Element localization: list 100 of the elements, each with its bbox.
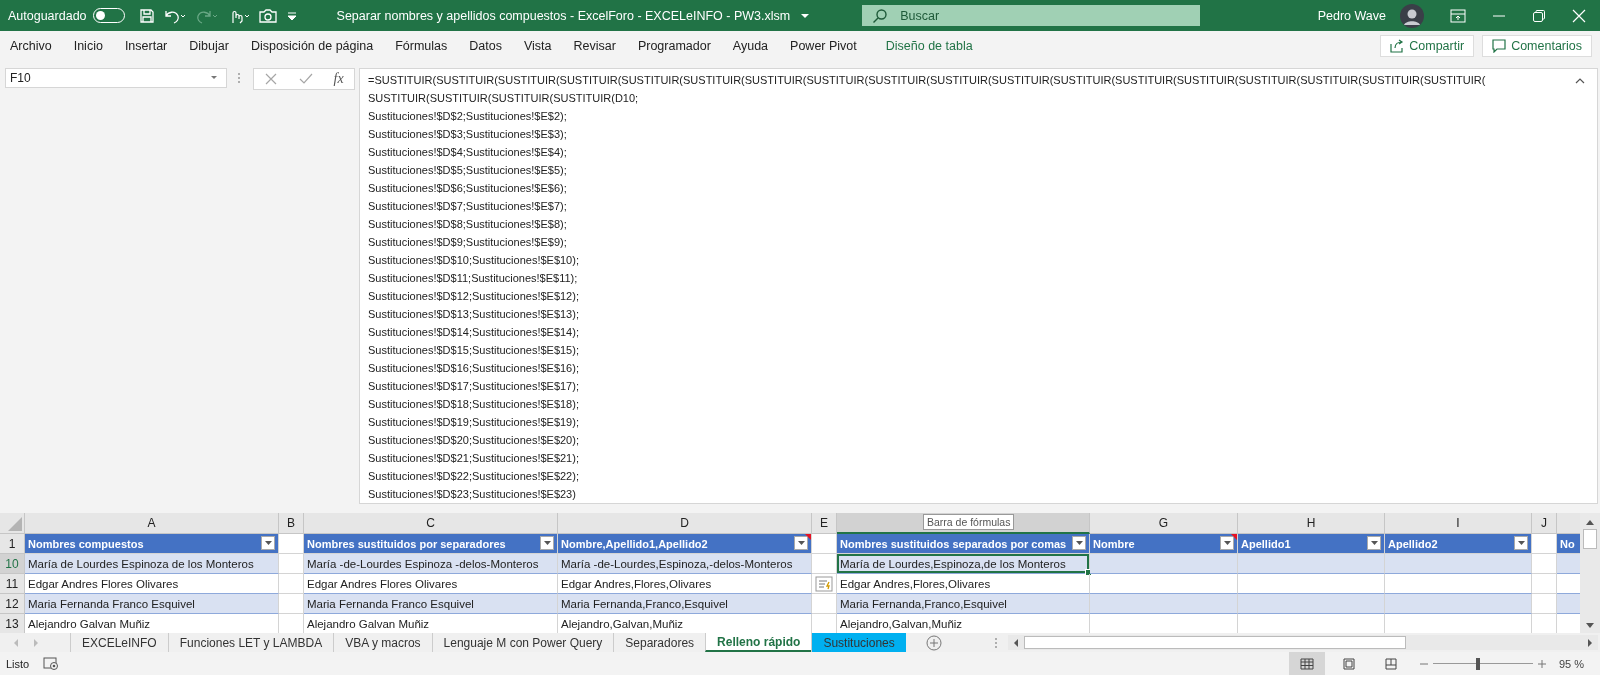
filter-button[interactable] bbox=[1072, 536, 1086, 550]
row-header[interactable]: 13 bbox=[0, 614, 25, 633]
column-header[interactable]: G bbox=[1158, 516, 1169, 530]
table-cell: Maria Fernanda,Franco,Esquivel bbox=[558, 594, 812, 614]
user-name[interactable]: Pedro Wave bbox=[1317, 8, 1386, 23]
document-title[interactable]: Separar nombres y apellidos compuestos - ExcelForo - EXCELeINFO - PW3.xlsm bbox=[336, 8, 791, 23]
table-cell bbox=[1557, 554, 1580, 574]
scrollbar-thumb[interactable] bbox=[1583, 529, 1597, 549]
table-header: No bbox=[1557, 534, 1580, 553]
avatar[interactable] bbox=[1400, 3, 1424, 28]
column-header[interactable]: B bbox=[287, 516, 295, 530]
ribbon-tab[interactable]: Datos bbox=[458, 39, 513, 53]
column-header[interactable]: H bbox=[1306, 516, 1316, 530]
comment-icon bbox=[1492, 39, 1507, 53]
caret-icon bbox=[1223, 540, 1231, 546]
ribbon-tab[interactable]: Vista bbox=[512, 39, 563, 53]
caret-icon bbox=[1517, 540, 1525, 546]
page-break-icon bbox=[1384, 657, 1397, 670]
table-cell: María -de-Lourdes,Espinoza,-delos-Monteros bbox=[558, 554, 812, 574]
table-header: Nombres compuestos bbox=[25, 534, 278, 553]
add-sheet-icon[interactable] bbox=[925, 634, 942, 651]
caret-icon bbox=[1370, 540, 1378, 546]
scrollbar-thumb[interactable] bbox=[1024, 636, 1406, 649]
scroll-right-icon[interactable] bbox=[1587, 638, 1593, 647]
scroll-down-icon[interactable] bbox=[1586, 623, 1594, 629]
table-header: Apellido2 bbox=[1385, 534, 1531, 553]
table-header: Nombre bbox=[1090, 534, 1237, 553]
table-cell bbox=[1557, 594, 1580, 614]
ribbon-tab[interactable]: Fórmulas bbox=[384, 39, 459, 53]
resize-handle-icon[interactable] bbox=[237, 71, 241, 85]
row-header[interactable]: 12 bbox=[0, 594, 25, 614]
ribbon-tab[interactable]: Programador bbox=[626, 39, 722, 53]
vertical-scrollbar[interactable] bbox=[1580, 513, 1600, 633]
splitter-handle-icon[interactable] bbox=[994, 635, 998, 650]
ribbon-tab[interactable]: Power Pivot bbox=[779, 39, 868, 53]
status-text: Listo bbox=[6, 657, 30, 670]
table-cell: María de Lourdes Espinoza de los Monteros bbox=[25, 554, 279, 574]
filter-button[interactable] bbox=[261, 536, 275, 550]
name-box[interactable]: F10 bbox=[5, 68, 227, 88]
column-header[interactable]: I bbox=[1456, 516, 1460, 530]
save-icon[interactable] bbox=[138, 7, 155, 24]
sheet-tab[interactable]: Relleno rápido bbox=[705, 633, 812, 652]
horizontal-scrollbar[interactable] bbox=[1008, 635, 1598, 650]
insert-function-button[interactable]: fx bbox=[333, 71, 344, 87]
search-field[interactable]: Buscar bbox=[862, 5, 1201, 26]
zoom-level[interactable]: 95 % bbox=[1558, 657, 1584, 670]
table-cell: María -de-Lourdes Espinoza -delos-Monteros bbox=[304, 554, 558, 574]
ribbon-tab[interactable]: Archivo bbox=[10, 39, 63, 53]
table-cell: Maria Fernanda Franco Esquivel bbox=[304, 594, 558, 614]
column-header[interactable]: D bbox=[680, 516, 689, 530]
table-header: Apellido1 bbox=[1238, 534, 1384, 553]
table-cell: Maria Fernanda Franco Esquivel bbox=[25, 594, 279, 614]
filter-button[interactable] bbox=[1514, 536, 1528, 550]
table-cell: Maria Fernanda,Franco,Esquivel bbox=[837, 594, 1090, 614]
comments-button[interactable]: Comentarios bbox=[1482, 35, 1592, 57]
filter-button[interactable] bbox=[1367, 536, 1381, 550]
sheet-tab[interactable]: Sustituciones bbox=[811, 633, 906, 652]
column-header[interactable]: C bbox=[426, 516, 435, 530]
zoom-in-icon[interactable] bbox=[1537, 659, 1546, 668]
zoom-slider-thumb[interactable] bbox=[1475, 657, 1480, 670]
camera-icon[interactable] bbox=[258, 7, 277, 24]
filter-button[interactable] bbox=[1220, 536, 1234, 550]
page-icon bbox=[1342, 657, 1355, 670]
ribbon-display-icon[interactable] bbox=[1450, 8, 1466, 23]
grid-icon bbox=[1299, 657, 1314, 670]
table-header: Nombre,Apellido1,Apellido2 bbox=[558, 534, 811, 553]
column-header[interactable]: J bbox=[1541, 516, 1547, 530]
tooltip: Barra de fórmulas bbox=[923, 514, 1015, 530]
row-header[interactable]: 10 bbox=[0, 554, 25, 574]
table-cell: María de Lourdes,Espinoza,de los Monteros bbox=[837, 554, 1090, 574]
share-icon bbox=[1390, 39, 1405, 53]
close-icon[interactable] bbox=[1572, 8, 1586, 23]
ribbon-tab[interactable]: Disposición de página bbox=[239, 39, 385, 53]
ribbon-tab[interactable]: Inicio bbox=[62, 39, 114, 53]
dropdown-icon bbox=[210, 75, 218, 81]
autosave-label: Autoguardado bbox=[8, 8, 87, 23]
macro-record-icon[interactable] bbox=[43, 656, 60, 671]
collapse-icon[interactable] bbox=[1575, 77, 1585, 85]
share-button[interactable]: Compartir bbox=[1380, 35, 1475, 57]
caret-icon bbox=[797, 540, 805, 546]
column-header[interactable]: A bbox=[147, 516, 156, 530]
table-header: Nombres sustituidos por separadores bbox=[304, 534, 557, 553]
filter-button[interactable] bbox=[540, 536, 554, 550]
scroll-up-icon[interactable] bbox=[1586, 519, 1594, 525]
restore-icon[interactable] bbox=[1532, 8, 1546, 23]
row-header[interactable]: 1 bbox=[0, 534, 25, 554]
ribbon-tab[interactable]: Diseño de tabla bbox=[867, 39, 984, 53]
caret-icon bbox=[543, 540, 551, 546]
caret-icon bbox=[264, 540, 272, 546]
table-header: Nombres sustituidos separados por comas bbox=[837, 534, 1089, 553]
empty-cell bbox=[279, 574, 304, 594]
ribbon-tab[interactable]: Revisar bbox=[562, 39, 627, 53]
column-header[interactable]: E bbox=[820, 516, 828, 530]
ribbon-tab[interactable]: Insertar bbox=[113, 39, 179, 53]
ribbon-tab[interactable]: Dibujar bbox=[178, 39, 240, 53]
row-header[interactable]: 11 bbox=[0, 574, 25, 594]
ribbon-tab[interactable]: Ayuda bbox=[721, 39, 780, 53]
normal-view-button[interactable] bbox=[1288, 652, 1325, 675]
filter-button[interactable] bbox=[794, 536, 808, 550]
scroll-left-icon[interactable] bbox=[1013, 638, 1019, 647]
